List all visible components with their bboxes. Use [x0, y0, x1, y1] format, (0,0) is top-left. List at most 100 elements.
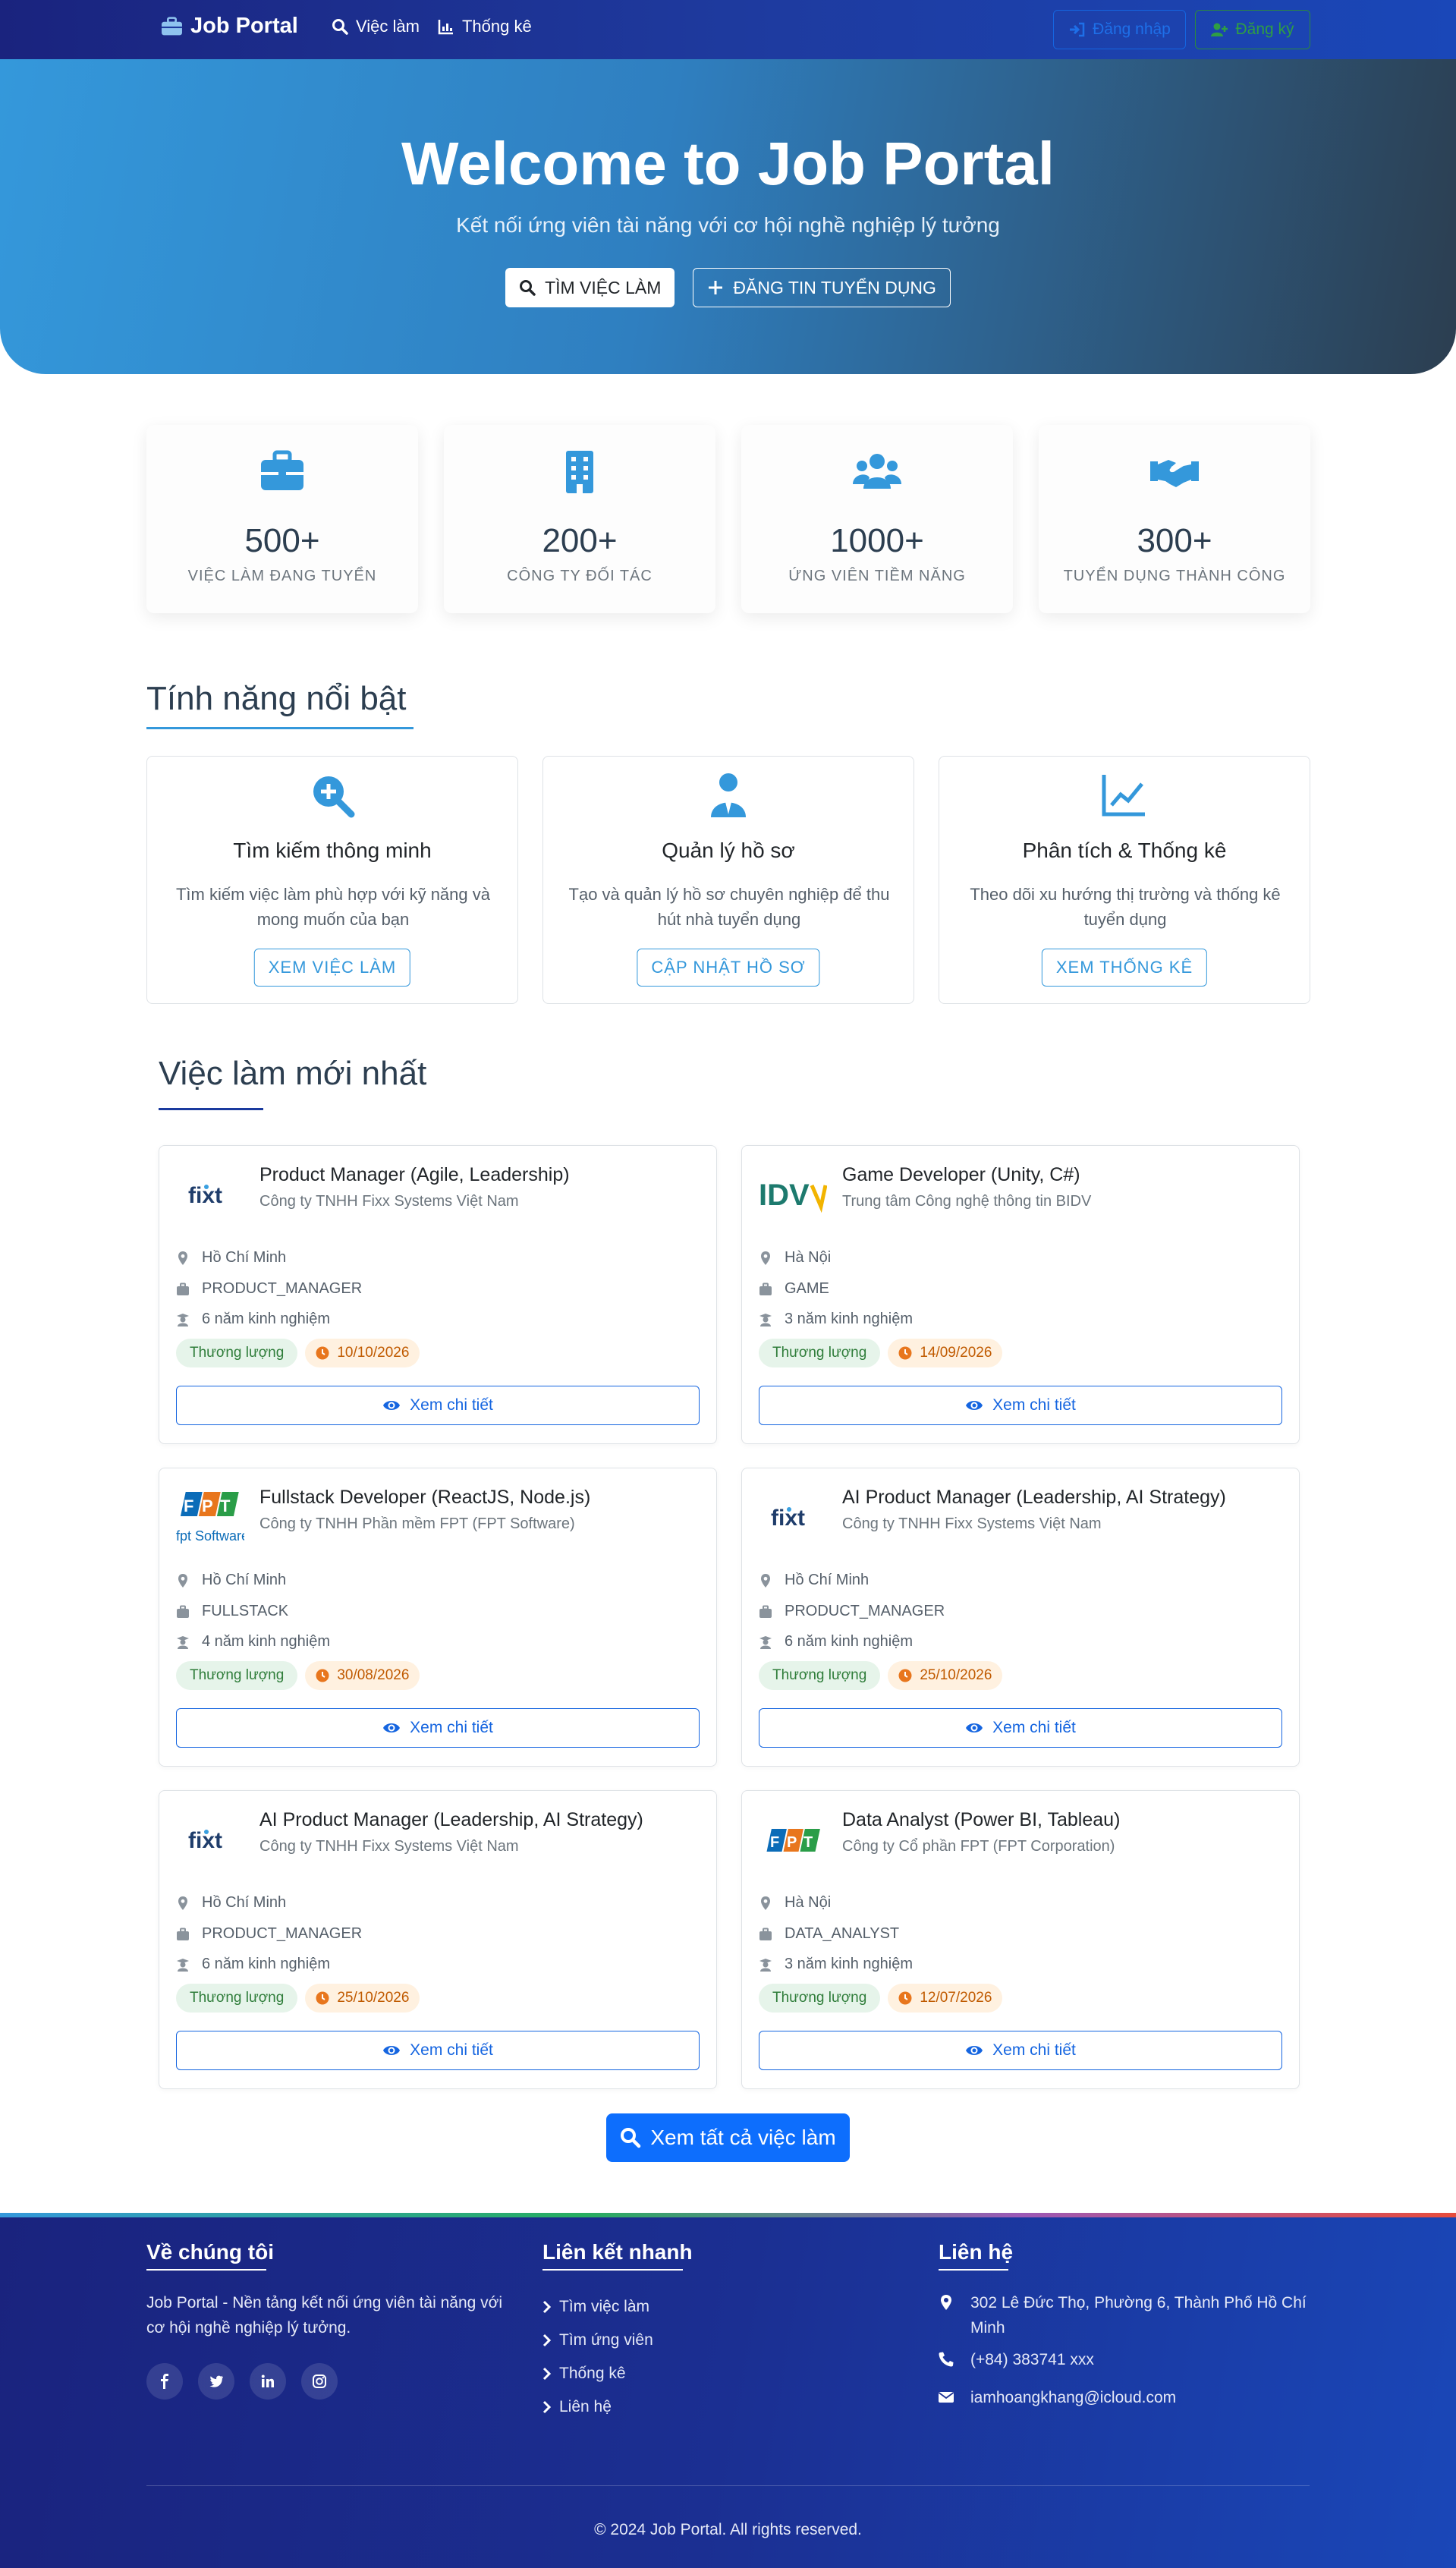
company-logo: fixt: [176, 1169, 244, 1222]
facebook-icon[interactable]: [146, 2363, 183, 2400]
instagram-icon[interactable]: [301, 2363, 338, 2400]
login-button[interactable]: Đăng nhập: [1053, 10, 1186, 49]
job-location-text: Hồ Chí Minh: [202, 1572, 287, 1588]
job-location: Hồ Chí Minh: [176, 1572, 286, 1589]
job-location-text: Hồ Chí Minh: [202, 1894, 287, 1911]
map-marker-icon: [941, 2295, 951, 2310]
post-job-button[interactable]: Đăng tin tuyển dụng: [693, 268, 951, 307]
job-company: Trung tâm Công nghệ thông tin BIDV: [842, 1193, 1092, 1210]
svg-text:IDV: IDV: [759, 1179, 810, 1212]
salary-badge: Thương lượng: [176, 1661, 298, 1690]
view-detail-button[interactable]: Xem chi tiết: [176, 1386, 700, 1425]
job-company: Công ty Cổ phần FPT (FPT Corporation): [842, 1838, 1115, 1855]
search-icon: [520, 280, 536, 296]
user-tie-icon: [711, 773, 746, 817]
view-detail-label: Xem chi tiết: [992, 1719, 1076, 1736]
job-category-text: GAME: [785, 1280, 829, 1297]
deadline-text: 12/07/2026: [920, 1990, 992, 2006]
brand-logo[interactable]: Job Portal: [161, 14, 298, 39]
view-detail-button[interactable]: Xem chi tiết: [759, 1708, 1282, 1748]
eye-icon: [383, 1723, 401, 1732]
briefcase-icon: [759, 1605, 772, 1618]
view-detail-button[interactable]: Xem chi tiết: [176, 1708, 700, 1748]
job-title[interactable]: Data Analyst (Power BI, Tableau): [842, 1809, 1120, 1831]
footer-link-contact[interactable]: Liên hệ: [542, 2390, 653, 2424]
job-experience: 4 năm kinh nghiệm: [176, 1633, 330, 1651]
job-experience-text: 4 năm kinh nghiệm: [202, 1633, 330, 1650]
eye-icon: [383, 2046, 401, 2055]
about-text: Job Portal - Nền tảng kết nối ứng viên t…: [146, 2294, 503, 2337]
view-detail-button[interactable]: Xem chi tiết: [176, 2031, 700, 2070]
linkedin-icon[interactable]: [250, 2363, 286, 2400]
company-logo: FPT: [759, 1814, 827, 1867]
svg-text:T: T: [803, 1834, 813, 1851]
twitter-icon[interactable]: [198, 2363, 234, 2400]
quick-links-underline: [542, 2269, 683, 2271]
footer-link-label: Tìm ứng viên: [559, 2331, 653, 2349]
hero-section: Welcome to Job Portal Kết nối ứng viên t…: [0, 59, 1456, 374]
view-detail-button[interactable]: Xem chi tiết: [759, 2031, 1282, 2070]
chart-bar-icon: [438, 20, 453, 35]
svg-text:T: T: [220, 1496, 231, 1515]
feature-desc: Theo dõi xu hướng thị trường và thống kê…: [970, 885, 1281, 929]
job-location-text: Hồ Chí Minh: [785, 1572, 870, 1588]
stat-value: 300+: [1137, 522, 1212, 559]
phone-text: (+84) 383741 xxx: [970, 2351, 1094, 2368]
user-graduate-icon: [759, 1313, 772, 1326]
map-marker-icon: [178, 1573, 187, 1588]
nav-jobs[interactable]: Việc làm: [332, 17, 420, 36]
deadline-text: 30/08/2026: [337, 1667, 410, 1683]
nav-stats[interactable]: Thống kê: [438, 17, 532, 36]
job-badges: Thương lượng 25/10/2026: [176, 1984, 420, 2013]
user-graduate-icon: [177, 1635, 189, 1649]
job-title[interactable]: Product Manager (Agile, Leadership): [259, 1164, 570, 1186]
job-title[interactable]: AI Product Manager (Leadership, AI Strat…: [259, 1809, 643, 1831]
jobs-heading: Việc làm mới nhất: [159, 1055, 427, 1092]
user-graduate-icon: [759, 1958, 772, 1972]
eye-icon: [966, 1401, 983, 1410]
job-title[interactable]: AI Product Manager (Leadership, AI Strat…: [842, 1487, 1226, 1509]
contact-phone[interactable]: (+84) 383741 xxx: [939, 2347, 1094, 2372]
job-title[interactable]: Game Developer (Unity, C#): [842, 1164, 1080, 1186]
contact-email[interactable]: iamhoangkhang@icloud.com: [939, 2385, 1176, 2410]
view-jobs-button[interactable]: Xem việc làm: [253, 949, 411, 987]
stat-value: 1000+: [830, 522, 924, 559]
find-jobs-label: Tìm việc làm: [545, 277, 662, 297]
job-card: IDV Game Developer (Unity, C#) Trung tâm C…: [741, 1145, 1300, 1444]
map-marker-icon: [761, 1896, 770, 1910]
quick-links-heading: Liên kết nhanh: [542, 2240, 693, 2264]
company-logo: F P Tfpt Software: [176, 1491, 244, 1544]
find-jobs-button[interactable]: Tìm việc làm: [505, 268, 675, 307]
stat-label: Việc làm đang tuyển: [187, 568, 377, 584]
company-logo: IDV: [759, 1169, 827, 1222]
svg-text:fpt Software: fpt Software: [176, 1528, 244, 1544]
user-plus-icon: [1211, 23, 1228, 36]
job-location: Hà Nội: [759, 1894, 831, 1912]
view-detail-button[interactable]: Xem chi tiết: [759, 1386, 1282, 1425]
view-stats-button[interactable]: Xem thống kê: [1041, 949, 1208, 987]
clock-icon: [316, 1991, 329, 2005]
hero-title: Welcome to Job Portal: [401, 130, 1055, 197]
job-location-text: Hà Nội: [785, 1249, 832, 1266]
update-profile-button[interactable]: Cập nhật hồ sơ: [637, 949, 820, 987]
navbar: Job Portal Việc làm Thống kê Đăng nhập Đ…: [0, 0, 1456, 59]
job-location: Hà Nội: [759, 1249, 831, 1267]
footer-link-stats[interactable]: Thống kê: [542, 2357, 653, 2390]
job-card: fixt Product Manager (Agile, Leadership) C…: [159, 1145, 717, 1444]
phone-icon: [939, 2352, 954, 2367]
hero-buttons: Tìm việc làm Đăng tin tuyển dụng: [0, 268, 1456, 307]
briefcase-icon: [162, 16, 182, 35]
plus-icon: [709, 281, 723, 294]
register-button[interactable]: Đăng ký: [1195, 10, 1310, 49]
footer-link-find-jobs[interactable]: Tìm việc làm: [542, 2290, 653, 2324]
feature-card-search: Tìm kiếm thông minh Tìm kiếm việc làm ph…: [146, 756, 518, 1004]
view-detail-label: Xem chi tiết: [410, 2041, 493, 2059]
view-detail-label: Xem chi tiết: [410, 1396, 493, 1414]
chevron-right-icon: [542, 2334, 552, 2347]
view-all-jobs-button[interactable]: Xem tất cả việc làm: [606, 2113, 850, 2162]
nav-jobs-label: Việc làm: [356, 17, 420, 36]
map-marker-icon: [761, 1573, 770, 1588]
job-title[interactable]: Fullstack Developer (ReactJS, Node.js): [259, 1487, 590, 1509]
job-experience-text: 3 năm kinh nghiệm: [785, 1311, 913, 1327]
footer-link-find-candidates[interactable]: Tìm ứng viên: [542, 2324, 653, 2357]
